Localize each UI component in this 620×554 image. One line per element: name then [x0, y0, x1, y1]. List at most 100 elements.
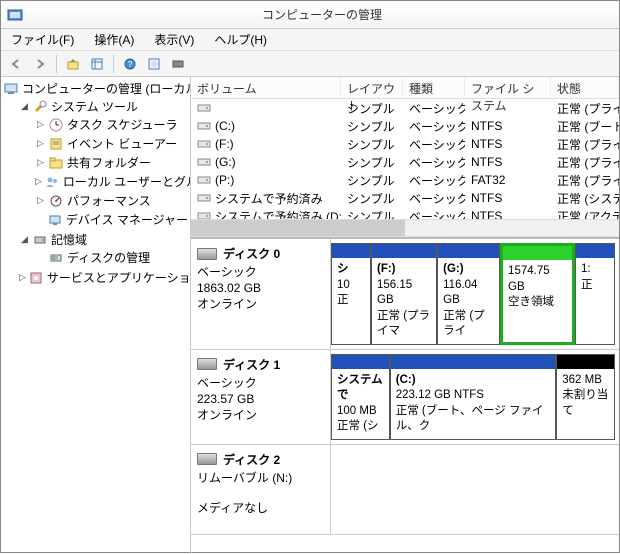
help-button[interactable]: ?: [119, 53, 141, 75]
col-layout[interactable]: レイアウト: [341, 77, 403, 98]
expand-icon[interactable]: ▷: [19, 272, 26, 283]
disk-partitions: シ10正(F:)156.15 GB正常 (プライマ(G:)116.04 GB正常…: [331, 239, 619, 349]
col-status[interactable]: 状態: [551, 77, 619, 98]
folder-icon: [48, 155, 64, 171]
menu-action[interactable]: 操作(A): [88, 29, 140, 50]
tree-root[interactable]: コンピューターの管理 (ローカル): [3, 80, 188, 97]
volume-row[interactable]: シンプルベーシック正常 (プライマ: [191, 99, 619, 117]
menu-bar: ファイル(F) 操作(A) 表示(V) ヘルプ(H): [1, 29, 619, 51]
expand-icon[interactable]: ▷: [35, 119, 46, 130]
toolbar: ?: [1, 51, 619, 77]
volume-list[interactable]: ボリューム レイアウト 種類 ファイル システム 状態 シンプルベーシック正常 …: [191, 77, 619, 237]
volume-layout: シンプル: [341, 117, 403, 136]
diskview-button[interactable]: [167, 53, 189, 75]
tree-device-manager[interactable]: デバイス マネージャー: [35, 211, 188, 228]
volume-name: (F:): [215, 137, 234, 151]
expand-icon[interactable]: ▷: [35, 176, 42, 187]
collapse-icon[interactable]: ◢: [19, 234, 30, 245]
tree-task-scheduler[interactable]: ▷ タスク スケジューラ: [35, 116, 188, 133]
col-volume[interactable]: ボリューム: [191, 77, 341, 98]
partition-status: 未割り当て: [562, 388, 609, 419]
partition[interactable]: (G:)116.04 GB正常 (プライ: [437, 243, 500, 345]
tree-event-viewer[interactable]: ▷イベント ビューアー: [35, 135, 188, 152]
volume-type: ベーシック: [403, 207, 465, 220]
details-pane: ボリューム レイアウト 種類 ファイル システム 状態 シンプルベーシック正常 …: [191, 77, 619, 554]
tree-label: タスク スケジューラ: [67, 116, 178, 133]
partition-size: 116.04 GB: [443, 278, 494, 309]
partition[interactable]: シ10正: [331, 243, 371, 345]
nav-tree[interactable]: コンピューターの管理 (ローカル) ◢ システム ツール ▷ タスク スケジューラ…: [1, 77, 191, 554]
partition-label: シ: [337, 262, 365, 278]
tree-label: システム ツール: [51, 98, 138, 115]
up-button[interactable]: [62, 53, 84, 75]
disk-row[interactable]: ディスク 2リムーバブル (N:)メディアなし: [191, 445, 619, 535]
disk-info[interactable]: ディスク 0ベーシック1863.02 GBオンライン: [191, 239, 331, 349]
partition-status: 正常 (ブート、ページ ファイル、ク: [396, 404, 551, 435]
tree-shared-folders[interactable]: ▷共有フォルダー: [35, 154, 188, 171]
tree-performance[interactable]: ▷パフォーマンス: [35, 192, 188, 209]
disk-graphic-view[interactable]: ディスク 0ベーシック1863.02 GBオンラインシ10正(F:)156.15…: [191, 237, 619, 554]
back-button[interactable]: [5, 53, 27, 75]
expand-icon[interactable]: ▷: [35, 195, 46, 206]
tree-local-users[interactable]: ▷ローカル ユーザーとグルー: [35, 173, 188, 190]
tree-system-tools[interactable]: ◢ システム ツール: [19, 98, 188, 115]
drive-icon: [197, 137, 211, 151]
tree-storage[interactable]: ◢ 記憶域: [19, 231, 188, 248]
menu-file[interactable]: ファイル(F): [5, 29, 80, 50]
menu-view[interactable]: 表示(V): [148, 29, 200, 50]
partition-header: [438, 244, 499, 258]
volume-name: (G:): [215, 155, 236, 169]
horizontal-scrollbar[interactable]: [191, 219, 619, 236]
volume-header[interactable]: ボリューム レイアウト 種類 ファイル システム 状態: [191, 77, 619, 99]
partition[interactable]: 1574.75 GB空き領域: [500, 243, 575, 345]
expand-icon[interactable]: ▷: [35, 138, 46, 149]
partition[interactable]: 1:正: [575, 243, 615, 345]
disk-row[interactable]: ディスク 1ベーシック223.57 GBオンラインシステムで100 MB正常 (…: [191, 350, 619, 445]
disk-name: ディスク 0: [223, 245, 280, 262]
refresh-button[interactable]: [143, 53, 165, 75]
volume-row[interactable]: (G:)シンプルベーシックNTFS正常 (プライマ: [191, 153, 619, 171]
disk-name: ディスク 2: [223, 451, 280, 468]
col-fs[interactable]: ファイル システム: [465, 77, 551, 98]
volume-row[interactable]: システムで予約済みシンプルベーシックNTFS正常 (システム: [191, 189, 619, 207]
volume-row[interactable]: システムで予約済み (D:)シンプルベーシックNTFS正常 (アクティ: [191, 207, 619, 219]
partition-header: [557, 355, 614, 369]
volume-status: 正常 (プライマ: [551, 135, 619, 154]
volume-type: ベーシック: [403, 135, 465, 154]
disk-icon: [197, 453, 217, 465]
tree-label: 記憶域: [51, 231, 87, 248]
tree-services-apps[interactable]: ▷ サービスとアプリケーション: [19, 269, 188, 286]
disk-info[interactable]: ディスク 2リムーバブル (N:)メディアなし: [191, 445, 331, 534]
col-type[interactable]: 種類: [403, 77, 465, 98]
perf-icon: [48, 193, 64, 209]
disk-info[interactable]: ディスク 1ベーシック223.57 GBオンライン: [191, 350, 331, 444]
collapse-icon[interactable]: ◢: [19, 101, 30, 112]
partition-header: [576, 244, 614, 258]
app-icon: [7, 7, 23, 23]
volume-row[interactable]: (P:)シンプルベーシックFAT32正常 (プライマ: [191, 171, 619, 189]
tree-label: デバイス マネージャー: [66, 211, 188, 228]
partition[interactable]: システムで100 MB正常 (シ: [331, 354, 390, 440]
view-button[interactable]: [86, 53, 108, 75]
partition[interactable]: (C:)223.12 GB NTFS正常 (ブート、ページ ファイル、ク: [390, 354, 557, 440]
volume-row[interactable]: (F:)シンプルベーシックNTFS正常 (プライマ: [191, 135, 619, 153]
disk-partitions: [331, 445, 619, 534]
partition[interactable]: (F:)156.15 GB正常 (プライマ: [371, 243, 437, 345]
volume-type: ベーシック: [403, 117, 465, 136]
scrollbar-thumb[interactable]: [191, 220, 405, 236]
volume-row[interactable]: (C:)シンプルベーシックNTFS正常 (ブート、: [191, 117, 619, 135]
disk-icon: [197, 358, 217, 370]
partition-status: 空き領域: [508, 295, 567, 311]
volume-name: システムで予約済み (D:): [215, 208, 341, 220]
volume-fs: NTFS: [465, 154, 551, 170]
menu-help[interactable]: ヘルプ(H): [208, 29, 273, 50]
forward-button[interactable]: [29, 53, 51, 75]
volume-fs: FAT32: [465, 172, 551, 188]
expand-icon[interactable]: ▷: [35, 157, 46, 168]
volume-fs: [465, 107, 551, 109]
partition-size: 1:: [581, 262, 609, 278]
tree-disk-mgmt[interactable]: ディスクの管理: [35, 249, 188, 266]
disk-row[interactable]: ディスク 0ベーシック1863.02 GBオンラインシ10正(F:)156.15…: [191, 239, 619, 350]
computer-icon: [3, 81, 19, 97]
partition[interactable]: 362 MB未割り当て: [556, 354, 615, 440]
